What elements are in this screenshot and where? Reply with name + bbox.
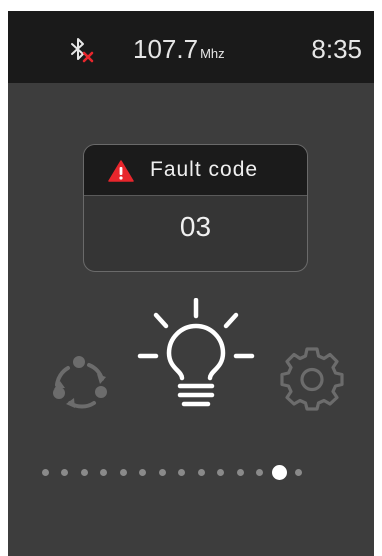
page-dot[interactable] (61, 469, 68, 476)
page-dot[interactable] (119, 469, 127, 476)
page-dot[interactable] (236, 469, 244, 476)
page-dot[interactable] (158, 469, 166, 476)
page-dot[interactable] (295, 469, 302, 476)
light-bulb-icon[interactable] (136, 298, 256, 416)
page-dot[interactable] (139, 469, 146, 476)
page-dot-active[interactable] (271, 465, 287, 480)
settings-gear-icon[interactable] (280, 347, 344, 411)
page-dot[interactable] (80, 469, 88, 476)
radio-frequency: 107.7 Mhz (133, 34, 225, 69)
refresh-cycle-icon[interactable] (46, 347, 114, 415)
bluetooth-disconnected-icon (71, 38, 94, 63)
fault-code-value: 03 (179, 211, 212, 242)
clock: 8:35 (311, 34, 362, 64)
device-screen: 107.7 Mhz 8:35 Fault code 03 (8, 11, 374, 556)
page-dot[interactable] (197, 469, 205, 476)
warning-icon (108, 160, 134, 182)
fault-card-title: Fault code (150, 158, 259, 181)
radio-frequency-unit: Mhz (200, 46, 225, 61)
fault-code-card: Fault code 03 (83, 144, 308, 272)
page-dot[interactable] (256, 469, 263, 476)
status-bar: 107.7 Mhz 8:35 (8, 11, 374, 83)
fault-card-header: Fault code (84, 145, 307, 196)
page-dot[interactable] (41, 469, 49, 476)
page-dot[interactable] (178, 469, 185, 476)
page-indicator (38, 463, 358, 483)
radio-frequency-value: 107.7 (133, 34, 199, 64)
page-dot[interactable] (100, 469, 107, 476)
page-dot[interactable] (217, 469, 224, 476)
